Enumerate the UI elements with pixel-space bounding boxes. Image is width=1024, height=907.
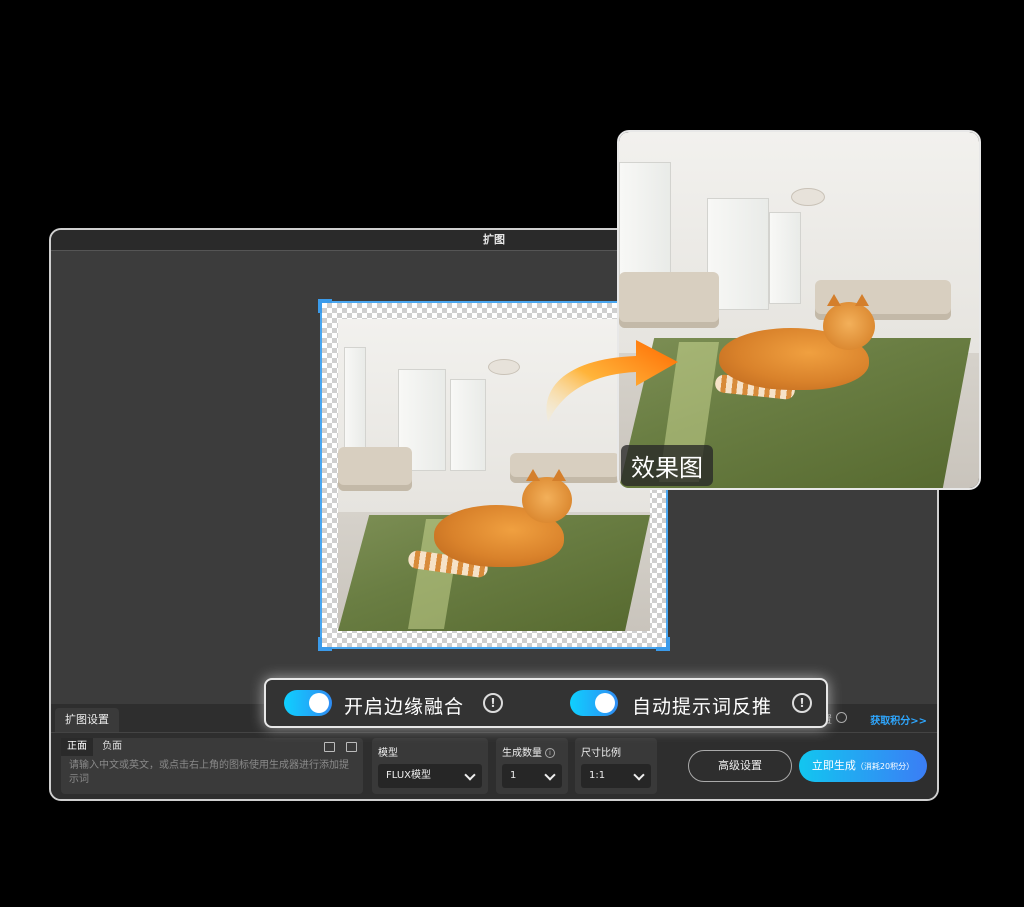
tab-negative-prompt[interactable]: 负面 [96, 738, 128, 756]
count-select[interactable]: 1 [502, 764, 562, 788]
options-callout: 开启边缘融合 ! 自动提示词反推 ! [264, 678, 828, 728]
count-label: 生成数量 [502, 748, 542, 759]
warning-icon[interactable]: ! [792, 693, 812, 713]
chevron-down-icon [633, 769, 645, 781]
auto-prompt-toggle[interactable] [570, 690, 618, 716]
curved-arrow-icon [546, 340, 678, 422]
chevron-down-icon [544, 769, 556, 781]
prompt-box: 正面 负面 请输入中文或英文，或点击右上角的图标使用生成器进行添加提示词 [61, 738, 363, 794]
resize-handle-bottom-right[interactable] [656, 637, 670, 651]
generator-icon[interactable] [323, 742, 335, 752]
get-points-link[interactable]: 获取积分>> [870, 712, 927, 727]
count-field: 生成数量 i 1 [496, 738, 568, 794]
clock-icon[interactable] [836, 712, 847, 723]
auto-prompt-label: 自动提示词反推 [632, 696, 773, 718]
ratio-select[interactable]: 1:1 [581, 764, 651, 788]
ratio-field: 尺寸比例 1:1 [575, 738, 657, 794]
generate-button[interactable]: 立即生成（消耗20积分） [799, 750, 927, 782]
model-select[interactable]: FLUX模型 [378, 764, 482, 788]
advanced-settings-button[interactable]: 高级设置 [688, 750, 792, 782]
result-label: 效果图 [621, 445, 713, 486]
tab-outpaint-settings[interactable]: 扩图设置 [55, 708, 119, 732]
book-icon[interactable] [346, 742, 357, 752]
result-image [619, 132, 979, 488]
result-preview: 效果图 [617, 130, 981, 490]
info-icon[interactable]: i [545, 748, 555, 758]
chevron-down-icon [464, 769, 476, 781]
resize-handle-top-left[interactable] [318, 299, 332, 313]
resize-handle-bottom-left[interactable] [318, 637, 332, 651]
generate-cost: （消耗20积分） [855, 762, 915, 771]
edge-blend-label: 开启边缘融合 [344, 696, 465, 718]
edge-blend-toggle[interactable] [284, 690, 332, 716]
prompt-input[interactable]: 请输入中文或英文，或点击右上角的图标使用生成器进行添加提示词 [61, 756, 363, 787]
warning-icon[interactable]: ! [483, 693, 503, 713]
model-label: 模型 [378, 748, 398, 759]
ratio-label: 尺寸比例 [581, 748, 621, 759]
tab-positive-prompt[interactable]: 正面 [61, 738, 93, 756]
model-field: 模型 FLUX模型 [372, 738, 488, 794]
